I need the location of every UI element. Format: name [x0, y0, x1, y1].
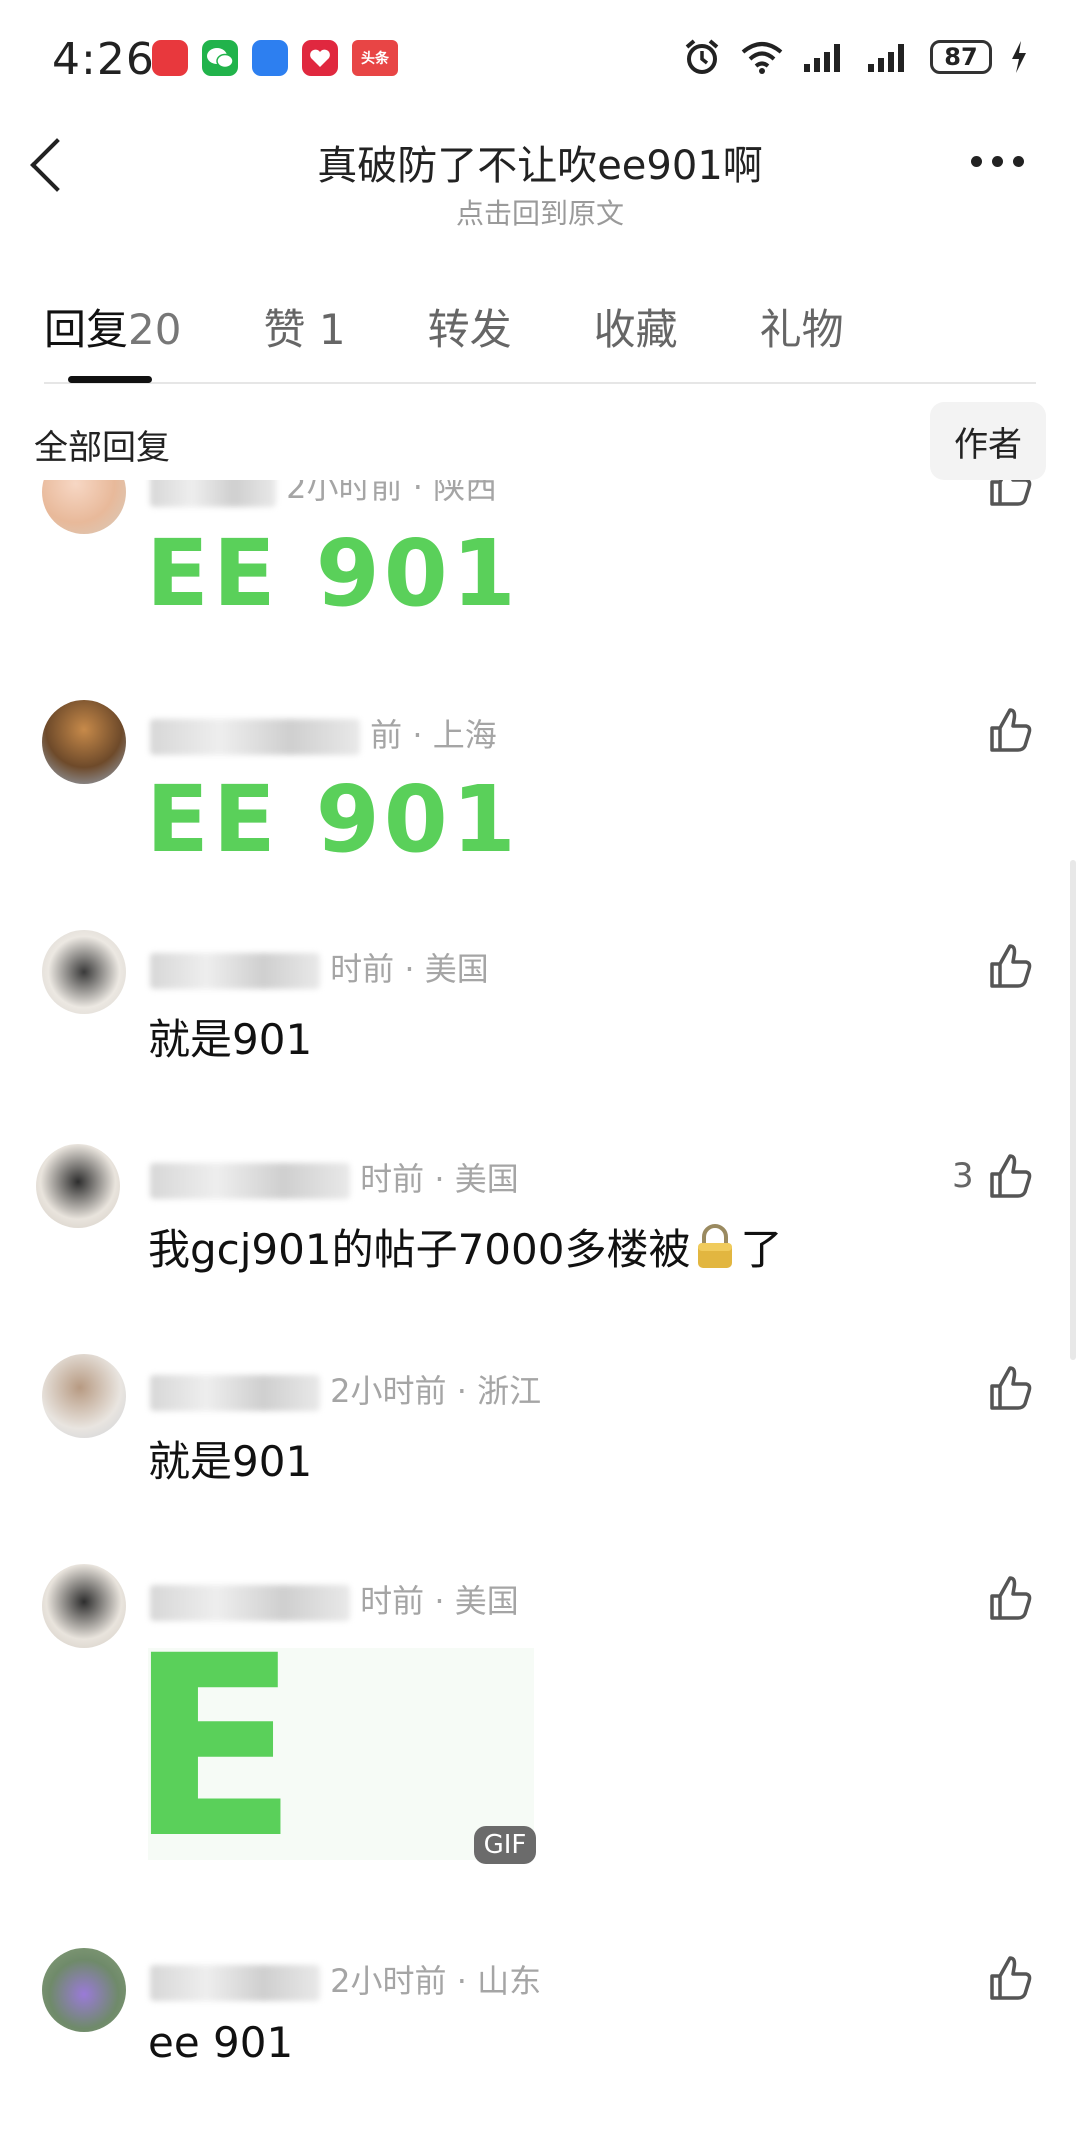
comment-meta: 时前 · 美国 [150, 944, 489, 990]
like-icon[interactable] [986, 1364, 1034, 1412]
comment-item[interactable]: 前 · 上海 EE 901 [0, 690, 1080, 873]
emoji-sticker: EE 901 [146, 520, 520, 627]
tab-likes-label: 赞 [263, 305, 306, 354]
comment-meta: 前 · 上海 [150, 710, 497, 756]
like-icon[interactable] [986, 1152, 1034, 1200]
comment-item[interactable]: 时前 · 美国 [0, 1560, 1080, 1648]
comment-time: 2小时前 [330, 1962, 447, 2000]
comment-meta: 2小时前 · 浙江 [150, 1366, 541, 1412]
avatar[interactable] [42, 1948, 126, 2032]
comment-meta: 2小时前 · 陕西 [150, 480, 497, 508]
comment-item[interactable]: 2小时前 · 浙江 就是901 [0, 1350, 1080, 1490]
like-icon[interactable] [986, 1574, 1034, 1622]
signal-icon-2 [868, 44, 904, 72]
username-blurred[interactable] [150, 1163, 350, 1199]
avatar[interactable] [42, 1354, 126, 1438]
like-icon[interactable] [986, 706, 1034, 754]
comment-time: 前 [370, 716, 403, 754]
comment-location: 陕西 [433, 480, 498, 506]
tab-gifts[interactable]: 礼物 [760, 296, 844, 357]
like-icon[interactable] [986, 1954, 1034, 2002]
comment-time: 时前 [360, 1582, 425, 1620]
tab-divider [44, 382, 1036, 384]
comment-location: 美国 [424, 950, 489, 988]
comment-time: 时前 [360, 1160, 425, 1198]
tab-favorites[interactable]: 收藏 [594, 296, 678, 357]
like-icon[interactable] [986, 480, 1034, 508]
signal-icon-1 [804, 44, 840, 72]
comment-item[interactable]: 时前 · 美国 就是901 [0, 930, 1080, 1070]
avatar[interactable] [36, 1144, 120, 1228]
tab-likes[interactable]: 赞 1 [263, 296, 345, 357]
tab-active-indicator [68, 376, 152, 383]
comment-item[interactable]: 2小时前 · 陕西 EE 901 [0, 480, 1080, 640]
scrollbar[interactable] [1070, 860, 1076, 1360]
comment-text: 就是901 [148, 1437, 313, 1486]
wechat-icon [202, 40, 238, 76]
all-replies-label: 全部回复 [34, 428, 170, 468]
comment-time: 2小时前 [286, 480, 403, 506]
charging-icon [1012, 41, 1026, 73]
like-count: 3 [952, 1156, 974, 1196]
comment-time: 时前 [330, 950, 395, 988]
username-blurred[interactable] [150, 1585, 350, 1621]
tab-replies-count: 20 [128, 305, 182, 354]
lock-emoji-icon [698, 1223, 733, 1268]
avatar[interactable] [42, 1564, 126, 1648]
avatar[interactable] [42, 480, 126, 534]
app-icon-blue [252, 40, 288, 76]
tab-likes-count: 1 [318, 305, 346, 354]
comment-text: 就是901 [148, 1015, 313, 1064]
page-title: 真破防了不让吹ee901啊 [317, 143, 763, 189]
more-icon[interactable] [971, 156, 1024, 167]
username-blurred[interactable] [150, 1965, 320, 2001]
username-blurred[interactable] [150, 953, 320, 989]
comment-location: 美国 [454, 1582, 519, 1620]
tab-bar: 回复20 赞 1 转发 收藏 礼物 [44, 296, 926, 357]
comment-text-suffix: 了 [740, 1225, 783, 1274]
comment-meta: 时前 · 美国 [150, 1576, 519, 1622]
avatar[interactable] [42, 700, 126, 784]
comment-location: 山东 [477, 1962, 542, 2000]
app-icon-pink [302, 40, 338, 76]
comment-location: 上海 [432, 716, 497, 754]
author-filter-button[interactable]: 作者 [930, 402, 1046, 480]
comment-location: 浙江 [477, 1372, 542, 1410]
comment-item[interactable]: 时前 · 美国 3 我gcj901的帖子7000多楼被 了 [0, 1140, 1080, 1280]
username-blurred[interactable] [150, 480, 276, 507]
status-time: 4:26 [52, 34, 155, 85]
emoji-sticker: EE 901 [146, 766, 520, 873]
comment-meta: 时前 · 美国 [150, 1154, 519, 1200]
username-blurred[interactable] [150, 719, 360, 755]
status-app-icons: 头条 [152, 40, 398, 76]
comment-text: ee 901 [148, 2018, 294, 2067]
app-icon-red [152, 40, 188, 76]
comment-text: 我gcj901的帖子7000多楼被 了 [148, 1216, 783, 1277]
like-icon[interactable] [986, 942, 1034, 990]
avatar[interactable] [42, 930, 126, 1014]
tab-reposts[interactable]: 转发 [428, 296, 512, 357]
toutiao-icon: 头条 [352, 40, 398, 76]
status-right-group: 87 [682, 38, 1028, 76]
comment-location: 美国 [454, 1160, 519, 1198]
comment-time: 2小时前 [330, 1372, 447, 1410]
wifi-icon [741, 42, 783, 74]
username-blurred[interactable] [150, 1375, 320, 1411]
battery-level: 87 [930, 40, 992, 74]
tab-replies[interactable]: 回复20 [44, 296, 181, 357]
tab-replies-label: 回复 [44, 305, 129, 354]
comment-text-main: 我gcj901的帖子7000多楼被 [148, 1225, 691, 1274]
gif-sticker-text: E 9 [148, 1648, 339, 1860]
comment-item[interactable]: 2小时前 · 山东 ee 901 [0, 1940, 1080, 2080]
gif-image[interactable]: E 9 [148, 1648, 534, 1860]
comment-meta: 2小时前 · 山东 [150, 1956, 541, 2002]
alarm-icon [685, 39, 719, 74]
back-to-post-link[interactable]: 点击回到原文 [0, 192, 1080, 232]
gif-badge: GIF [474, 1826, 536, 1864]
